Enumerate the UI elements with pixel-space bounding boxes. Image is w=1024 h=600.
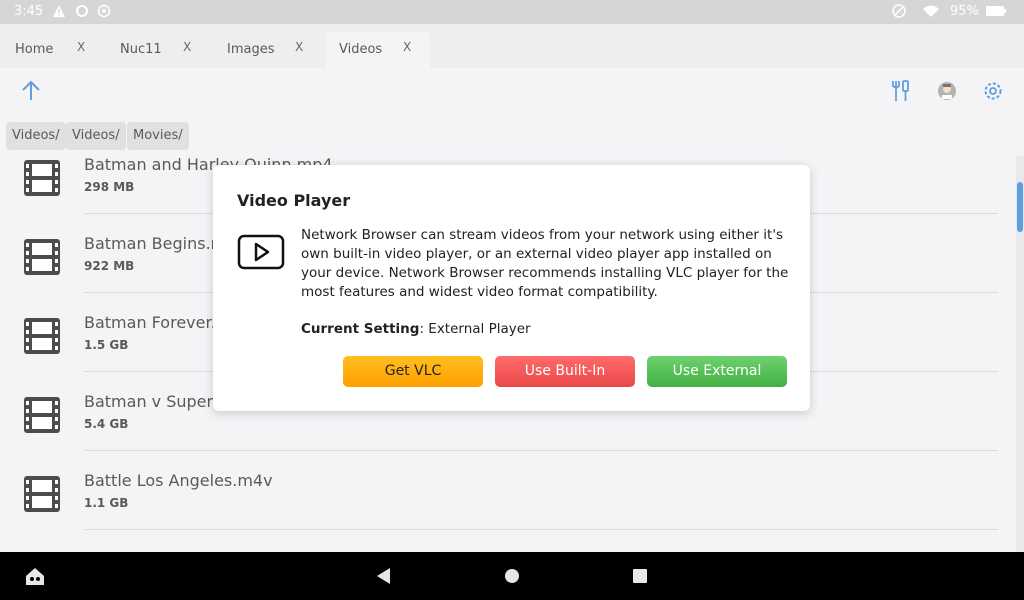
video-player-dialog: Video Player Network Browser can stream … bbox=[213, 165, 810, 411]
home-icon[interactable] bbox=[503, 567, 521, 585]
setting-label: Current Setting bbox=[301, 321, 420, 337]
dialog-title: Video Player bbox=[237, 191, 351, 210]
navigation-bar bbox=[0, 552, 1024, 600]
recents-icon[interactable] bbox=[631, 567, 649, 585]
dialog-message: Network Browser can stream videos from y… bbox=[301, 227, 789, 300]
use-built-in-button[interactable]: Use Built-In bbox=[495, 356, 635, 387]
back-icon[interactable] bbox=[374, 566, 392, 586]
use-external-button[interactable]: Use External bbox=[647, 356, 787, 387]
get-vlc-button[interactable]: Get VLC bbox=[343, 356, 483, 387]
home-network-icon[interactable] bbox=[24, 565, 46, 587]
play-icon bbox=[237, 234, 285, 270]
current-setting: Current Setting: External Player bbox=[301, 321, 531, 337]
setting-value: : External Player bbox=[419, 321, 531, 337]
